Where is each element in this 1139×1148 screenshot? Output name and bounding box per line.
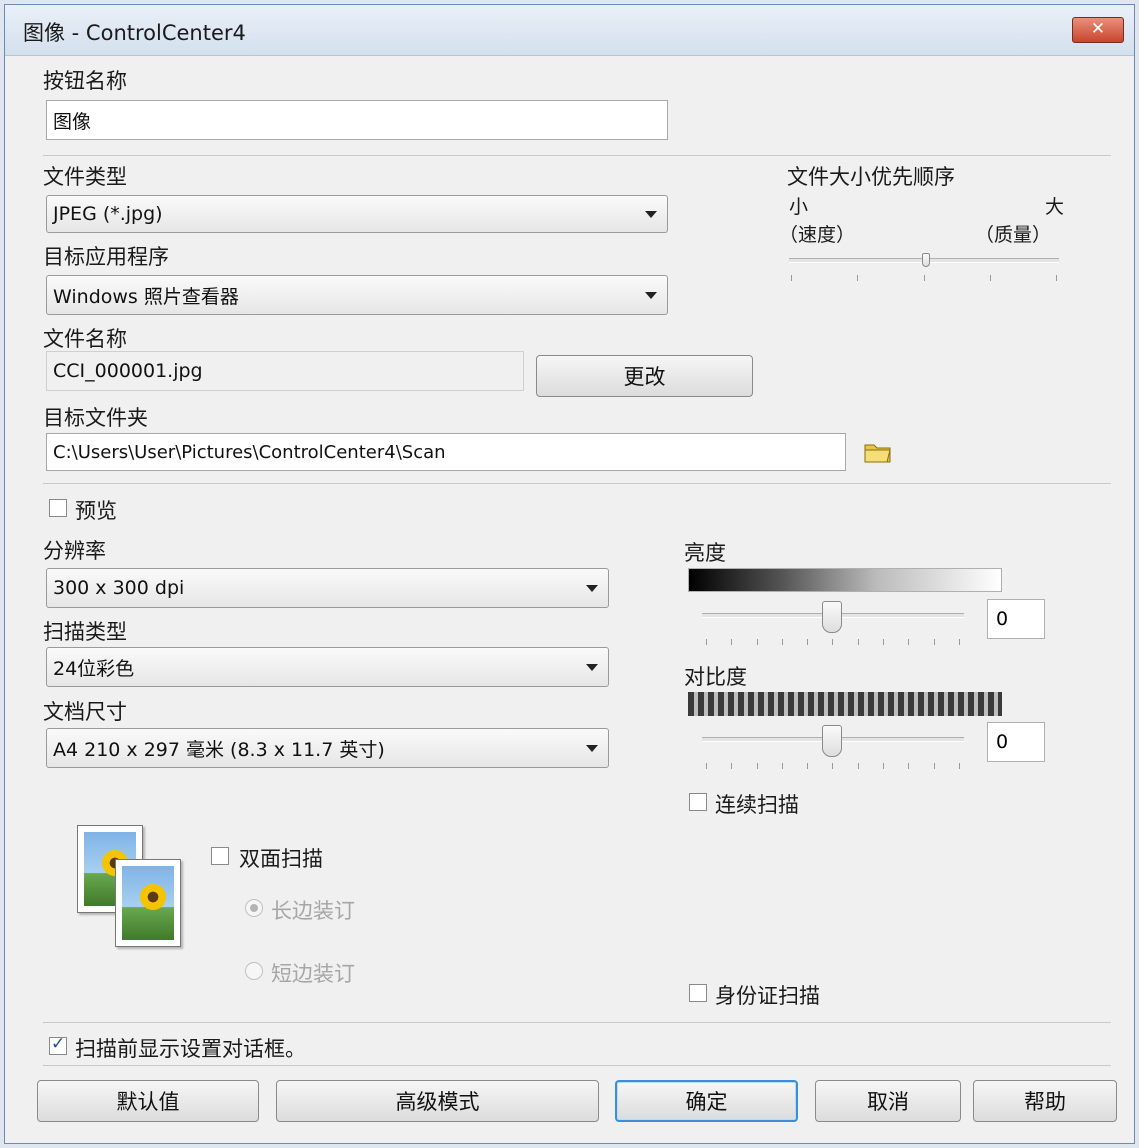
short-edge-radio[interactable]: [245, 962, 263, 980]
separator: [43, 483, 1111, 484]
document-size-value: A4 210 x 297 毫米 (8.3 x 11.7 英寸): [53, 738, 385, 761]
resolution-value: 300 x 300 dpi: [53, 577, 185, 599]
continuous-scan-label: 连续扫描: [715, 793, 799, 817]
chevron-down-icon: [586, 585, 598, 592]
target-app-select[interactable]: Windows 照片查看器: [46, 275, 668, 315]
small-label: 小: [789, 196, 809, 218]
duplex-checkbox[interactable]: [211, 847, 229, 865]
button-name-input[interactable]: 图像: [46, 100, 668, 140]
show-settings-label: 扫描前显示设置对话框。: [75, 1037, 306, 1061]
file-name-field: CCI_000001.jpg: [46, 351, 524, 391]
brightness-gradient: [688, 568, 1002, 592]
close-button[interactable]: ✕: [1072, 17, 1124, 43]
large-label: 大: [1045, 196, 1065, 218]
chevron-down-icon: [586, 745, 598, 752]
quality-label: （质量）: [975, 224, 1052, 246]
long-edge-label: 长边装订: [271, 899, 355, 923]
cancel-button[interactable]: 取消: [815, 1080, 961, 1122]
separator: [43, 1065, 1111, 1066]
help-button[interactable]: 帮助: [973, 1080, 1117, 1122]
resolution-select[interactable]: 300 x 300 dpi: [46, 568, 609, 608]
target-app-label: 目标应用程序: [43, 245, 169, 269]
id-card-scan-label: 身份证扫描: [715, 984, 820, 1008]
short-edge-label: 短边装订: [271, 962, 355, 986]
brightness-slider-ticks: [706, 639, 960, 645]
separator: [43, 155, 1111, 156]
target-app-value: Windows 照片查看器: [53, 285, 239, 308]
file-type-select[interactable]: JPEG (*.jpg): [46, 195, 668, 233]
folder-icon[interactable]: [864, 441, 892, 463]
dialog-window: 图像 - ControlCenter4 ✕ 按钮名称 图像 文件类型 JPEG …: [4, 4, 1135, 1144]
contrast-value-input[interactable]: 0: [987, 722, 1045, 762]
scan-type-label: 扫描类型: [43, 620, 127, 644]
change-button[interactable]: 更改: [536, 355, 753, 397]
contrast-slider-ticks: [706, 763, 960, 769]
page-back-image-icon: [115, 859, 181, 947]
file-size-priority-label: 文件大小优先顺序: [787, 165, 955, 189]
brightness-value-input[interactable]: 0: [987, 599, 1045, 639]
show-settings-checkbox[interactable]: [49, 1034, 67, 1055]
separator: [43, 1022, 1111, 1023]
long-edge-radio[interactable]: [245, 899, 263, 917]
target-folder-label: 目标文件夹: [43, 406, 148, 430]
resolution-label: 分辨率: [43, 539, 106, 563]
id-card-scan-checkbox[interactable]: [689, 984, 707, 1002]
title-bar[interactable]: 图像 - ControlCenter4 ✕: [5, 5, 1134, 56]
chevron-down-icon: [586, 664, 598, 671]
ok-button[interactable]: 确定: [615, 1080, 798, 1122]
preview-checkbox[interactable]: [49, 499, 67, 517]
brightness-slider-thumb[interactable]: [822, 601, 842, 633]
target-folder-input[interactable]: C:\Users\User\Pictures\ControlCenter4\Sc…: [46, 433, 846, 471]
file-type-label: 文件类型: [43, 165, 127, 189]
continuous-scan-checkbox[interactable]: [689, 793, 707, 811]
chevron-down-icon: [645, 292, 657, 299]
file-name-label: 文件名称: [43, 327, 127, 351]
chevron-down-icon: [645, 211, 657, 218]
document-size-label: 文档尺寸: [43, 700, 127, 724]
default-button[interactable]: 默认值: [37, 1080, 259, 1122]
file-type-value: JPEG (*.jpg): [53, 203, 163, 225]
duplex-label: 双面扫描: [239, 847, 323, 871]
contrast-pattern: [688, 692, 1002, 716]
button-name-label: 按钮名称: [43, 69, 127, 93]
contrast-label: 对比度: [684, 665, 747, 689]
speed-label: （速度）: [779, 224, 856, 246]
window-title: 图像 - ControlCenter4: [23, 21, 246, 45]
brightness-label: 亮度: [684, 541, 726, 565]
file-size-slider-ticks: [791, 275, 1057, 281]
scan-type-select[interactable]: 24位彩色: [46, 647, 609, 687]
document-size-select[interactable]: A4 210 x 297 毫米 (8.3 x 11.7 英寸): [46, 728, 609, 768]
file-size-slider-thumb[interactable]: [922, 253, 930, 267]
advanced-mode-button[interactable]: 高级模式: [276, 1080, 599, 1122]
preview-label: 预览: [75, 499, 117, 523]
scan-type-value: 24位彩色: [53, 657, 135, 680]
contrast-slider-thumb[interactable]: [822, 725, 842, 757]
